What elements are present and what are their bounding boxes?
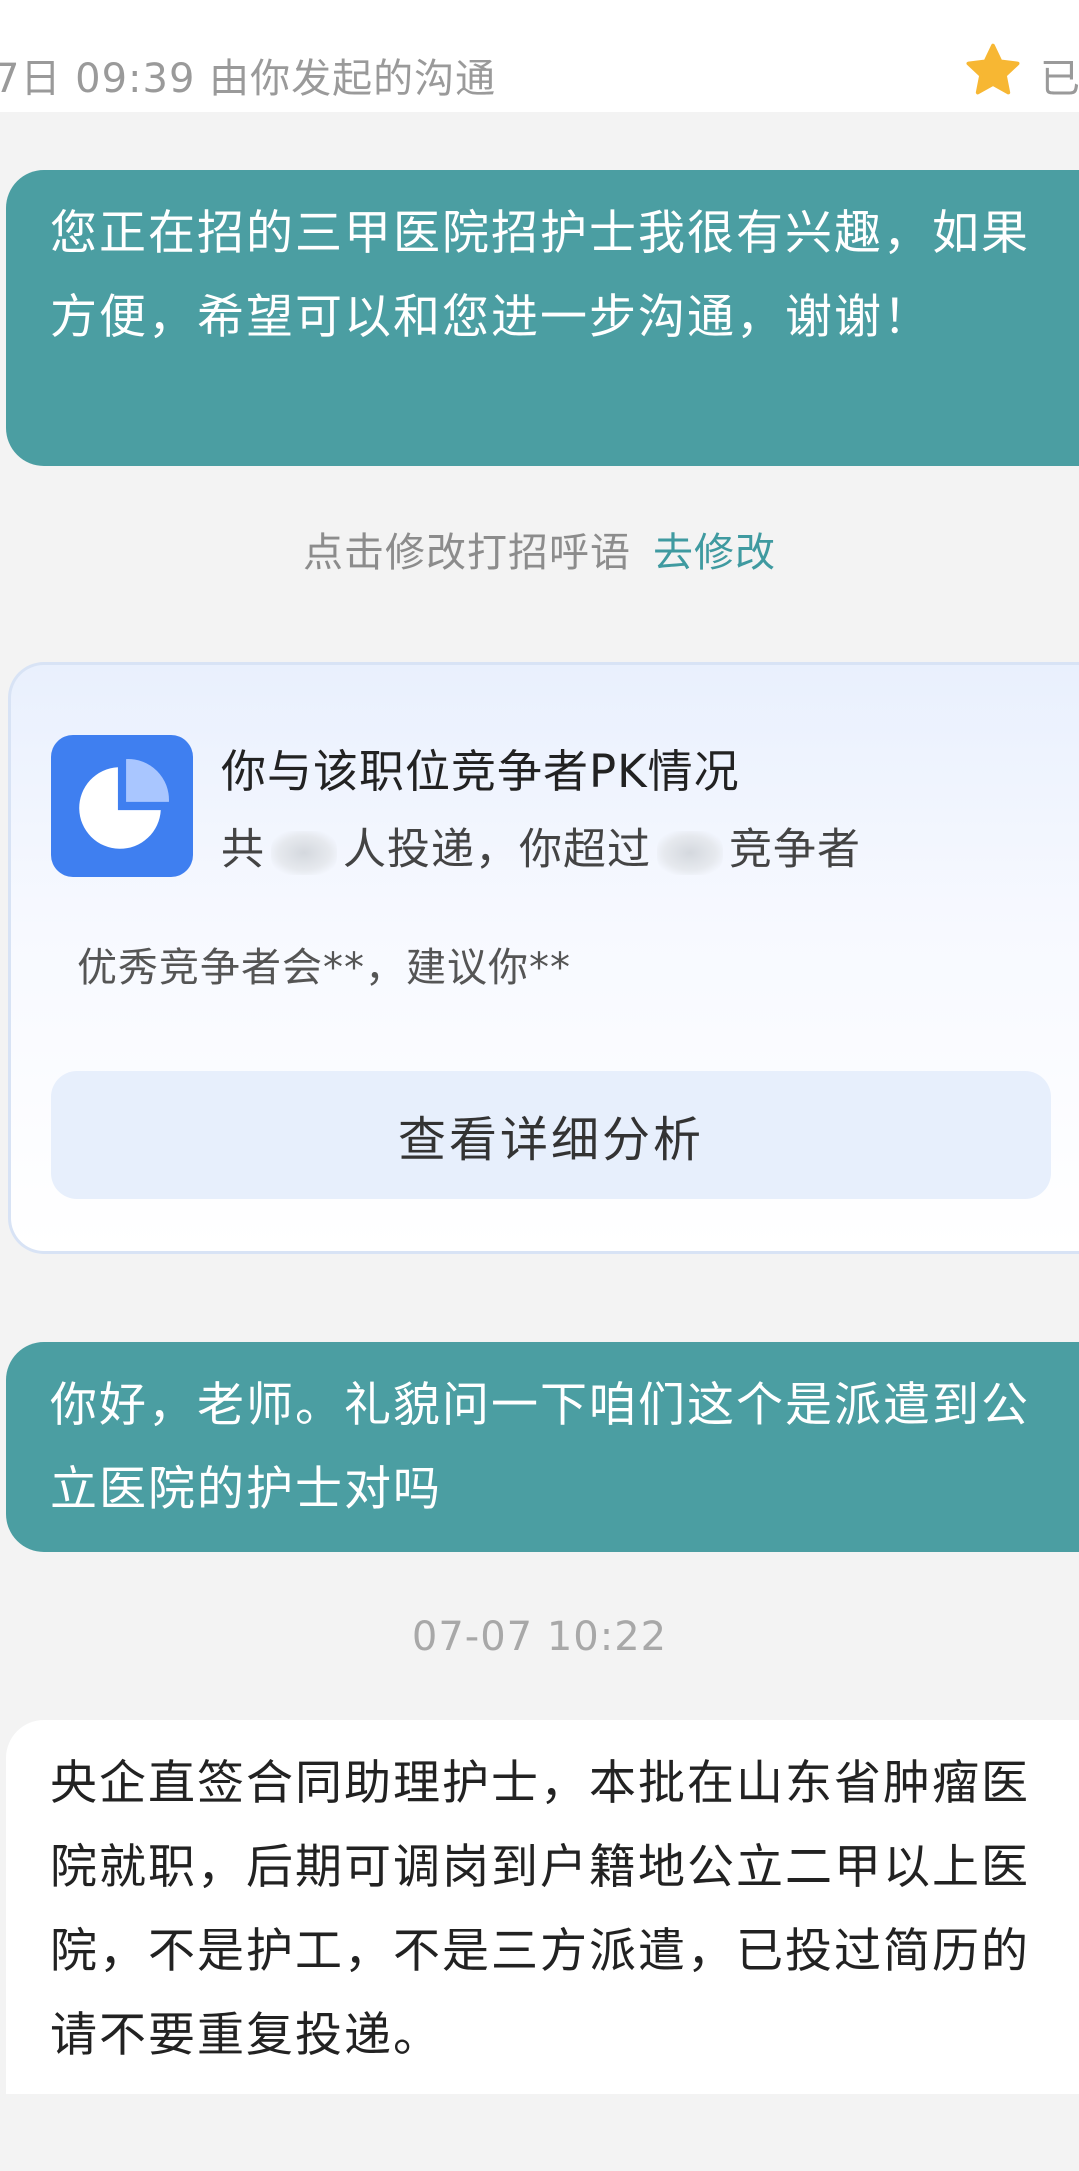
stats-suffix: 竞争者	[729, 825, 861, 875]
pk-card-title: 你与该职位竞争者PK情况	[221, 745, 740, 798]
edit-greeting-hint-text: 点击修改打招呼语	[303, 530, 631, 576]
pk-card-tip: 优秀竞争者会**，建议你**	[77, 945, 571, 991]
received-message-reply[interactable]: 央企直签合同助理护士，本批在山东省肿瘤医院就职，后期可调岗到户籍地公立二甲以上医…	[6, 1720, 1079, 2094]
conversation-start-info: 7日 09:39 由你发起的沟通	[0, 56, 497, 102]
stats-mid: 人投递，你超过	[343, 825, 651, 875]
edit-greeting-link[interactable]: 去修改	[653, 530, 776, 576]
message-timestamp: 07-07 10:22	[411, 1614, 668, 1660]
view-detailed-analysis-button[interactable]: 查看详细分析	[51, 1071, 1051, 1199]
star-icon[interactable]	[962, 40, 1024, 102]
stats-prefix: 共	[221, 825, 265, 875]
edit-greeting-hint: 点击修改打招呼语 去修改	[0, 520, 1079, 578]
pk-card-stats: 共 人投递，你超过 竞争者	[221, 815, 861, 877]
sent-message-greeting[interactable]: 您正在招的三甲医院招护士我很有兴趣，如果方便，希望可以和您进一步沟通，谢谢！	[6, 170, 1079, 466]
competitor-pk-card: 你与该职位竞争者PK情况 共人投递，你超过 竞争者 优秀竞争者会**，建议你** …	[8, 662, 1079, 1254]
sent-message-question[interactable]: 你好，老师。礼貌问一下咱们这个是派遣到公立医院的护士对吗	[6, 1342, 1079, 1552]
header-right-text[interactable]: 已	[1040, 46, 1079, 104]
chat-header-bar: 7日 09:39 由你发起的沟通 已	[0, 0, 1079, 112]
pie-chart-icon	[51, 735, 193, 877]
blurred-surpassed-count	[657, 830, 723, 875]
blurred-applicant-count	[271, 830, 337, 875]
